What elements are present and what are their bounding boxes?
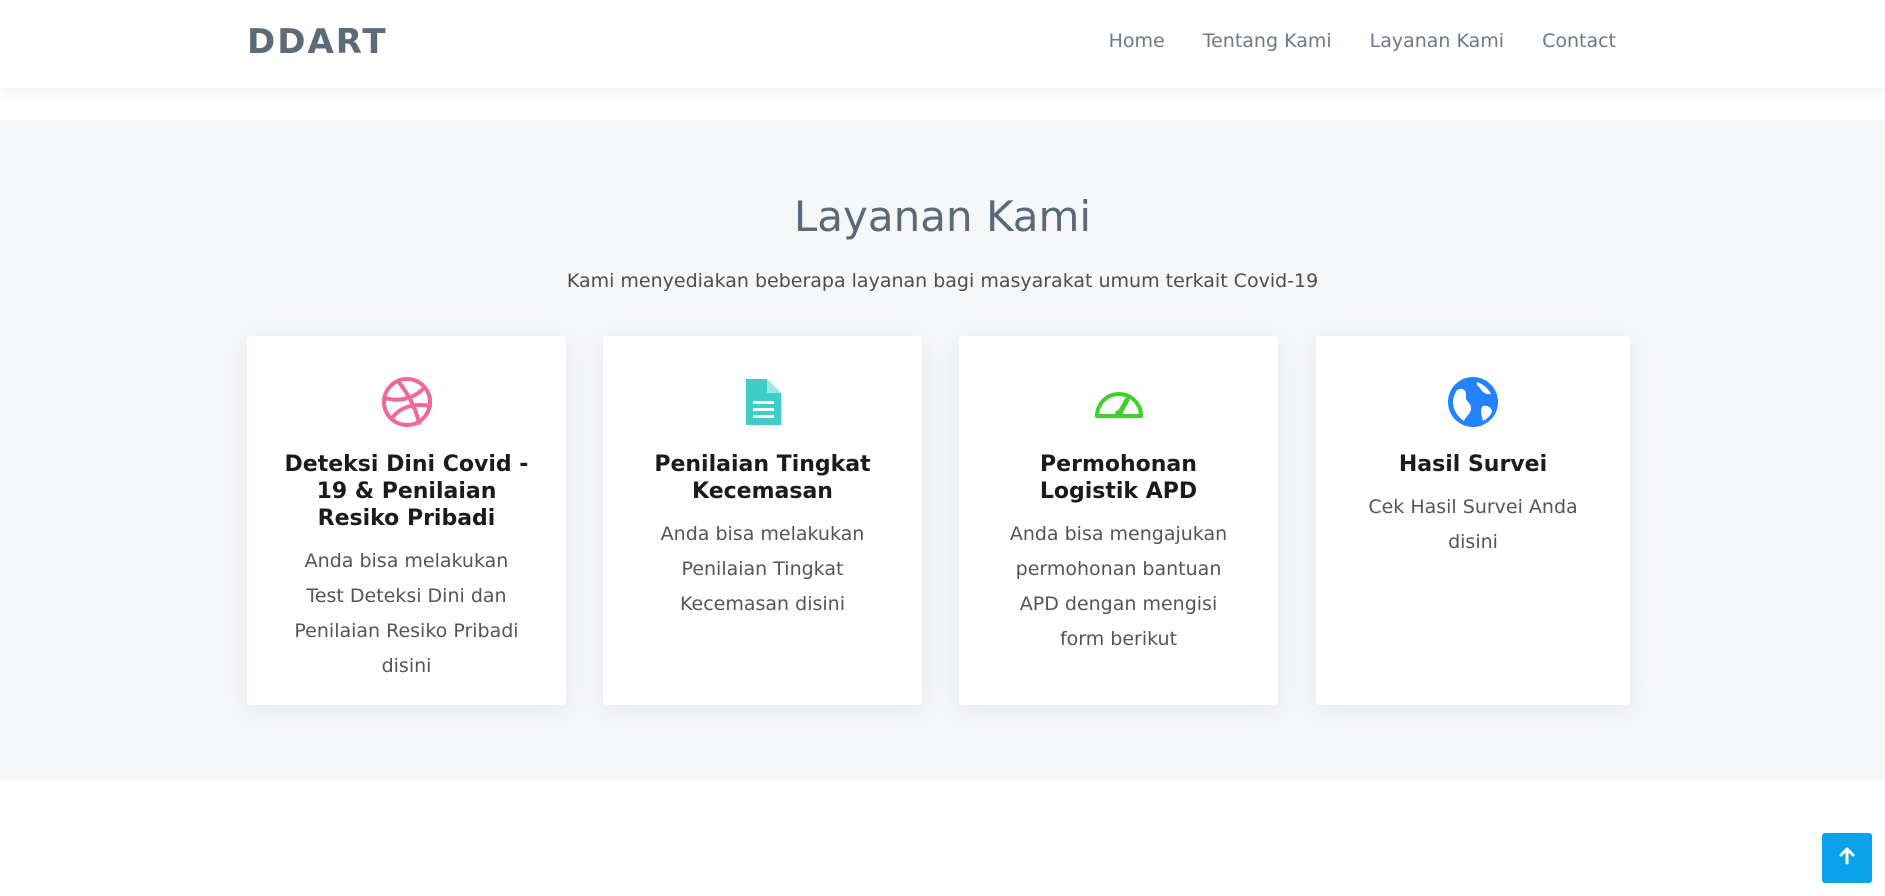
section-subtitle: Kami menyediakan beberapa layanan bagi m… (566, 270, 1319, 292)
nav-contact[interactable]: Contact (1542, 30, 1616, 52)
card-description: Anda bisa mengajukan permohonan bantuan … (1009, 523, 1228, 650)
card-description: Anda bisa melakukan Penilaian Tingkat Ke… (660, 523, 865, 615)
site-header: DDART Home Tentang Kami Layanan Kami Con… (0, 0, 1885, 88)
file-text-icon (603, 376, 922, 428)
globe-icon (1316, 376, 1630, 428)
services-section: Layanan Kami Kami menyediakan beberapa l… (0, 120, 1885, 780)
main-nav: Home Tentang Kami Layanan Kami Contact (1071, 30, 1616, 52)
service-card-hasil-survei[interactable]: Hasil Survei Cek Hasil Survei Anda disin… (1316, 336, 1630, 705)
service-card-kecemasan[interactable]: Penilaian Tingkat Kecemasan Anda bisa me… (603, 336, 922, 705)
card-title: Permohonan Logistik APD (1039, 452, 1198, 504)
speedometer-icon (959, 376, 1278, 428)
arrow-up-icon (1837, 846, 1857, 870)
back-to-top-button[interactable] (1822, 833, 1872, 883)
card-description: Cek Hasil Survei Anda disini (1368, 496, 1578, 553)
card-description: Anda bisa melakukan Test Deteksi Dini da… (294, 550, 519, 677)
site-logo[interactable]: DDART (247, 22, 388, 62)
card-title: Penilaian Tingkat Kecemasan (654, 452, 871, 504)
nav-tentang-kami[interactable]: Tentang Kami (1203, 30, 1332, 52)
card-title: Hasil Survei (1398, 452, 1548, 477)
service-card-logistik-apd[interactable]: Permohonan Logistik APD Anda bisa mengaj… (959, 336, 1278, 705)
card-title: Deteksi Dini Covid - 19 & Penilaian Resi… (284, 452, 529, 531)
dribbble-icon (247, 376, 566, 428)
section-title: Layanan Kami (793, 192, 1092, 241)
service-card-deteksi-dini[interactable]: Deteksi Dini Covid - 19 & Penilaian Resi… (247, 336, 566, 705)
nav-layanan-kami[interactable]: Layanan Kami (1370, 30, 1504, 52)
nav-home[interactable]: Home (1109, 30, 1165, 52)
